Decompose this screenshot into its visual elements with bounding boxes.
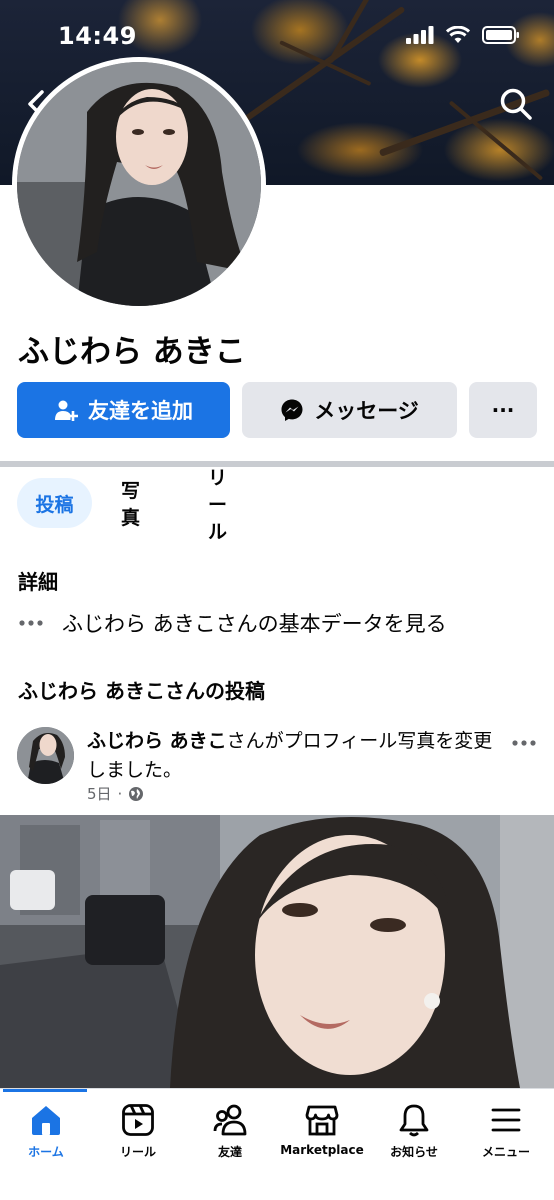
nav-menu[interactable]: メニュー: [460, 1103, 552, 1160]
nav-friends-label: 友達: [217, 1145, 242, 1159]
message-label: メッセージ: [314, 399, 419, 423]
section-divider: [0, 461, 554, 467]
view-basic-info-row[interactable]: ふじわら あきこさんの基本データを見る: [18, 608, 447, 638]
post-author-name[interactable]: ふじわら あきこ: [87, 730, 227, 752]
nav-reels[interactable]: リール: [92, 1103, 184, 1160]
nav-marketplace-label: Marketplace: [280, 1143, 364, 1157]
bell-icon: [399, 1104, 429, 1137]
active-tab-indicator: [3, 1089, 87, 1092]
menu-icon: [491, 1108, 521, 1132]
posts-section-title: ふじわら あきこさんの投稿: [18, 679, 265, 703]
search-button[interactable]: [498, 86, 534, 122]
battery-icon: [482, 26, 519, 44]
post-time[interactable]: 5日: [87, 783, 112, 804]
globe-icon: [129, 786, 144, 801]
profile-picture[interactable]: [12, 57, 266, 311]
friends-icon: [213, 1104, 247, 1136]
cellular-signal-icon: [406, 26, 434, 44]
search-icon: [500, 88, 532, 120]
tab-photos[interactable]: 写真: [121, 478, 141, 529]
more-options-icon: ···: [491, 398, 515, 422]
meta-separator: ·: [117, 784, 123, 803]
add-friend-icon: [55, 400, 78, 421]
nav-menu-label: メニュー: [481, 1145, 530, 1159]
profile-actions: 友達を追加 メッセージ ···: [17, 382, 537, 438]
nav-friends[interactable]: 友達: [184, 1103, 276, 1160]
tab-reels[interactable]: リール: [208, 467, 227, 543]
add-friend-label: 友達を追加: [88, 399, 193, 423]
wifi-icon: [446, 26, 470, 43]
message-button[interactable]: メッセージ: [242, 382, 457, 438]
home-icon: [32, 1106, 60, 1135]
post-author-avatar[interactable]: [17, 727, 74, 784]
add-friend-button[interactable]: 友達を追加: [17, 382, 230, 438]
profile-name: ふじわら あきこ: [18, 334, 246, 370]
tab-posts[interactable]: 投稿: [17, 478, 92, 528]
nav-marketplace[interactable]: Marketplace: [276, 1103, 368, 1157]
profile-photo-illustration: [17, 62, 261, 306]
messenger-icon: [281, 399, 303, 421]
details-title: 詳細: [18, 570, 58, 594]
nav-home[interactable]: ホーム: [0, 1103, 92, 1160]
bottom-navigation: ホーム リール 友達 Marketplace お知らせ メニュー: [0, 1088, 554, 1200]
status-bar: 14:49: [0, 0, 554, 70]
post-header: ふじわら あきこさんがプロフィール写真を変更しました。 5日 ·: [17, 727, 537, 807]
nav-notifications-label: お知らせ: [390, 1145, 438, 1159]
reels-icon: [122, 1104, 154, 1136]
nav-home-label: ホーム: [28, 1145, 64, 1159]
tab-photos-label: 写真: [121, 480, 141, 529]
tab-posts-label: 投稿: [35, 493, 74, 516]
status-time: 14:49: [58, 22, 137, 50]
nav-notifications[interactable]: お知らせ: [368, 1103, 460, 1160]
marketplace-icon: [305, 1105, 339, 1136]
tab-reels-label: リール: [208, 466, 228, 543]
view-basic-info-label: ふじわら あきこさんの基本データを見る: [62, 612, 447, 636]
profile-photo: [17, 62, 261, 306]
post-meta: 5日 ·: [87, 783, 144, 804]
post-more-options-icon[interactable]: [511, 739, 537, 747]
post-photo[interactable]: [0, 815, 554, 1088]
more-options-button[interactable]: ···: [469, 382, 537, 438]
nav-reels-label: リール: [119, 1145, 156, 1159]
post-photo-illustration: [0, 815, 554, 1088]
post-text: ふじわら あきこさんがプロフィール写真を変更しました。: [87, 727, 495, 785]
more-dots-icon: [19, 620, 43, 626]
